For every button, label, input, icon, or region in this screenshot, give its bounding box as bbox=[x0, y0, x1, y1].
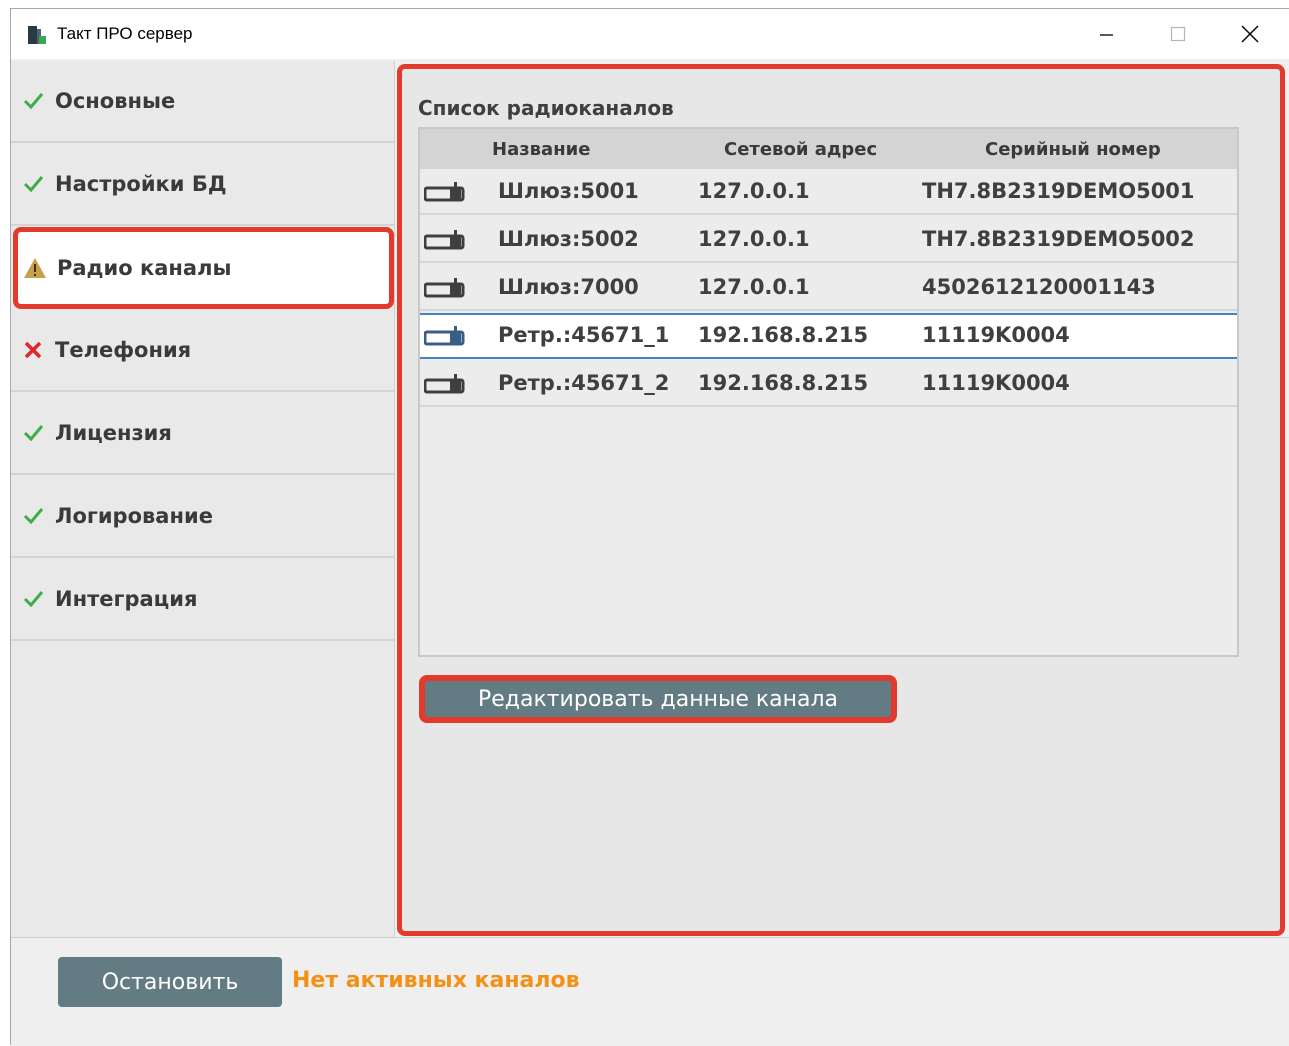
sidebar-item-label: Настройки БД bbox=[55, 172, 227, 196]
maximize-icon bbox=[1170, 26, 1186, 42]
sidebar-item-label: Телефония bbox=[55, 338, 192, 362]
cell-address: 127.0.0.1 bbox=[698, 275, 810, 299]
radio-icon bbox=[423, 181, 466, 208]
radio-channels-panel: Список радиоканалов Название Сетевой адр… bbox=[397, 64, 1285, 936]
cell-address: 192.168.8.215 bbox=[698, 371, 869, 395]
column-header-address[interactable]: Сетевой адрес bbox=[724, 139, 877, 160]
cell-name: Шлюз:5001 bbox=[498, 179, 639, 203]
column-header-name[interactable]: Название bbox=[492, 139, 590, 160]
check-icon bbox=[19, 505, 47, 527]
sidebar-item-label: Интеграция bbox=[55, 587, 198, 611]
radio-icon bbox=[423, 229, 466, 256]
cell-serial: TH7.8B2319DEMO5001 bbox=[922, 179, 1195, 203]
radio-icon bbox=[423, 325, 466, 352]
cell-name: Шлюз:7000 bbox=[498, 275, 639, 299]
sidebar-item-integration[interactable]: Интеграция bbox=[11, 559, 394, 641]
sidebar-item-main[interactable]: Основные bbox=[11, 61, 394, 143]
sidebar-item-db-settings[interactable]: Настройки БД bbox=[11, 144, 394, 226]
check-icon bbox=[19, 173, 47, 195]
stop-button[interactable]: Остановить bbox=[58, 957, 282, 1007]
cell-name: Шлюз:5002 bbox=[498, 227, 639, 251]
error-icon bbox=[19, 340, 47, 360]
minimize-button[interactable] bbox=[1070, 9, 1142, 59]
sidebar-item-label: Радио каналы bbox=[57, 256, 232, 280]
app-window: Такт ПРО сервер Основные Настройки БД Ра… bbox=[10, 8, 1289, 1046]
check-icon bbox=[19, 422, 47, 444]
table-row[interactable]: Ретр.:45671_2 192.168.8.215 11119K0004 bbox=[420, 361, 1237, 407]
cell-serial: 4502612120001143 bbox=[922, 275, 1156, 299]
list-title: Список радиоканалов bbox=[418, 96, 674, 120]
minimize-icon bbox=[1100, 34, 1113, 36]
check-icon bbox=[19, 90, 47, 112]
status-text: Нет активных каналов bbox=[292, 968, 580, 993]
edit-channel-button[interactable]: Редактировать данные канала bbox=[419, 675, 897, 723]
cell-serial: 11119K0004 bbox=[922, 323, 1070, 347]
radio-icon bbox=[423, 277, 466, 304]
cell-name: Ретр.:45671_1 bbox=[498, 323, 670, 347]
maximize-button[interactable] bbox=[1142, 9, 1214, 59]
cell-address: 192.168.8.215 bbox=[698, 323, 869, 347]
table-row-selected[interactable]: Ретр.:45671_1 192.168.8.215 11119K0004 bbox=[420, 313, 1237, 359]
cell-serial: 11119K0004 bbox=[922, 371, 1070, 395]
sidebar: Основные Настройки БД Радио каналы Телеф… bbox=[11, 61, 395, 937]
list-header: Название Сетевой адрес Серийный номер bbox=[420, 129, 1237, 169]
column-header-serial[interactable]: Серийный номер bbox=[985, 139, 1161, 160]
table-row[interactable]: Шлюз:5001 127.0.0.1 TH7.8B2319DEMO5001 bbox=[420, 169, 1237, 215]
edit-channel-button-label: Редактировать данные канала bbox=[425, 681, 891, 717]
sidebar-item-label: Основные bbox=[55, 89, 176, 113]
sidebar-item-license[interactable]: Лицензия bbox=[11, 393, 394, 475]
radio-icon bbox=[423, 373, 466, 400]
app-icon bbox=[27, 25, 47, 45]
sidebar-item-radio-channels[interactable]: Радио каналы bbox=[13, 227, 394, 309]
close-button[interactable] bbox=[1214, 9, 1286, 59]
warning-icon bbox=[21, 257, 49, 279]
cell-address: 127.0.0.1 bbox=[698, 179, 810, 203]
channel-list[interactable]: Название Сетевой адрес Серийный номер Шл… bbox=[418, 127, 1239, 657]
cell-serial: TH7.8B2319DEMO5002 bbox=[922, 227, 1195, 251]
sidebar-item-telephony[interactable]: Телефония bbox=[11, 310, 394, 392]
table-row[interactable]: Шлюз:7000 127.0.0.1 4502612120001143 bbox=[420, 265, 1237, 311]
sidebar-item-logging[interactable]: Логирование bbox=[11, 476, 394, 558]
close-icon bbox=[1241, 25, 1259, 43]
window-title: Такт ПРО сервер bbox=[57, 24, 193, 43]
cell-address: 127.0.0.1 bbox=[698, 227, 810, 251]
check-icon bbox=[19, 588, 47, 610]
sidebar-item-label: Логирование bbox=[55, 504, 213, 528]
title-bar: Такт ПРО сервер bbox=[11, 9, 1289, 59]
bottom-bar: Остановить Нет активных каналов bbox=[11, 937, 1289, 1046]
sidebar-item-label: Лицензия bbox=[55, 421, 172, 445]
table-row[interactable]: Шлюз:5002 127.0.0.1 TH7.8B2319DEMO5002 bbox=[420, 217, 1237, 263]
cell-name: Ретр.:45671_2 bbox=[498, 371, 670, 395]
